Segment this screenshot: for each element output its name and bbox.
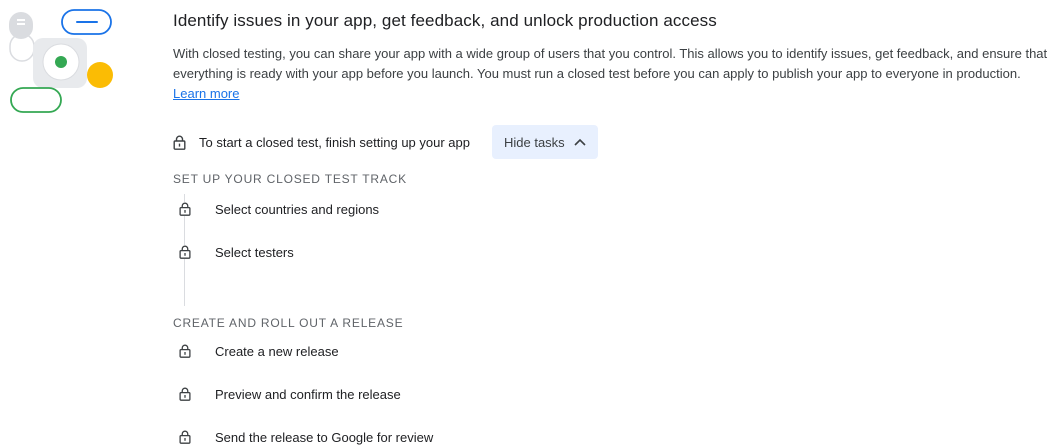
task-send-for-review[interactable]: Send the release to Google for review [179,427,433,447]
lock-icon [179,245,191,259]
description: With closed testing, you can share your … [173,44,1055,104]
learn-more-link[interactable]: Learn more [173,86,239,101]
lock-icon [179,387,191,401]
page-title: Identify issues in your app, get feedbac… [173,11,717,30]
lock-icon [179,202,191,216]
task-label: Select countries and regions [215,201,380,217]
closed-testing-illustration [9,9,113,113]
lock-icon [179,430,191,444]
hide-tasks-button[interactable]: Hide tasks [491,125,598,159]
hide-tasks-label: Hide tasks [503,134,565,150]
task-select-countries[interactable]: Select countries and regions [179,199,379,219]
task-label: Select testers [215,244,294,260]
task-label: Send the release to Google for review [215,429,434,445]
section-heading-create-release: CREATE AND ROLL OUT A RELEASE [173,316,404,330]
chevron-up-icon [574,138,586,146]
setup-status-row: To start a closed test, finish setting u… [173,124,598,160]
description-text: With closed testing, you can share your … [173,46,1048,81]
setup-status-text: To start a closed test, finish setting u… [199,134,470,150]
section-heading-closed-test-track: SET UP YOUR CLOSED TEST TRACK [173,172,407,186]
lock-icon [179,344,191,358]
task-select-testers[interactable]: Select testers [179,242,294,262]
task-create-release[interactable]: Create a new release [179,341,339,361]
lock-icon [173,135,186,150]
task-label: Create a new release [215,343,339,359]
task-label: Preview and confirm the release [215,386,401,402]
task-preview-release[interactable]: Preview and confirm the release [179,384,401,404]
